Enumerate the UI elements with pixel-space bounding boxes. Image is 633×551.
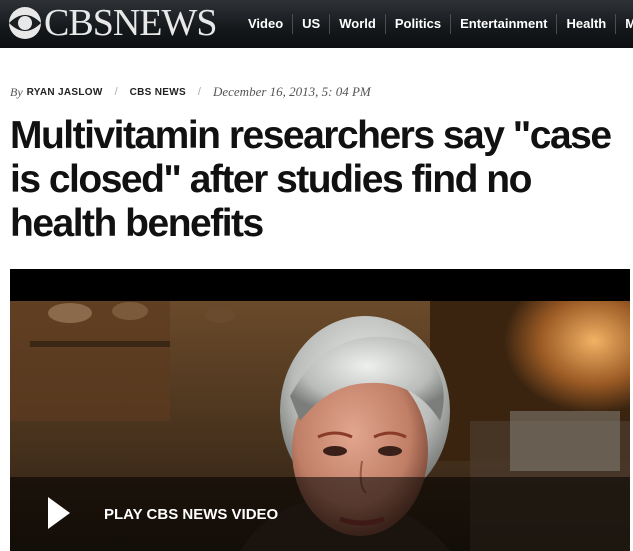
cbs-news-logo[interactable]: CBSNEWS <box>8 2 217 44</box>
play-icon[interactable] <box>48 497 70 529</box>
byline-separator: / <box>197 86 201 98</box>
nav-item-world[interactable]: World <box>329 14 385 34</box>
play-overlay-bar[interactable] <box>10 477 630 551</box>
nav-item-video[interactable]: Video <box>240 14 292 34</box>
article-headline: Multivitamin researchers say "case is cl… <box>10 114 612 245</box>
publish-date: December 16, 2013, 5: 04 PM <box>212 84 371 99</box>
nav-item-entertainment[interactable]: Entertainment <box>450 14 556 34</box>
main-nav: Video US World Politics Entertainment He… <box>240 0 633 48</box>
site-header: CBSNEWS Video US World Politics Entertai… <box>0 0 633 48</box>
nav-item-politics[interactable]: Politics <box>384 14 450 34</box>
byline-prefix: By <box>10 84 23 99</box>
nav-item-more[interactable]: Mon <box>615 14 633 34</box>
byline-separator: / <box>114 86 118 98</box>
cbs-eye-icon <box>9 7 41 39</box>
nav-item-us[interactable]: US <box>292 14 329 34</box>
logo-wordmark: CBSNEWS <box>44 2 217 44</box>
byline: By RYAN JASLOW / CBS NEWS / December 16,… <box>10 83 371 101</box>
video-player[interactable]: PLAY CBS NEWS VIDEO <box>10 269 630 551</box>
source-link[interactable]: CBS NEWS <box>130 87 186 98</box>
nav-item-health[interactable]: Health <box>556 14 615 34</box>
author-link[interactable]: RYAN JASLOW <box>27 87 103 98</box>
play-video-label[interactable]: PLAY CBS NEWS VIDEO <box>104 506 278 523</box>
